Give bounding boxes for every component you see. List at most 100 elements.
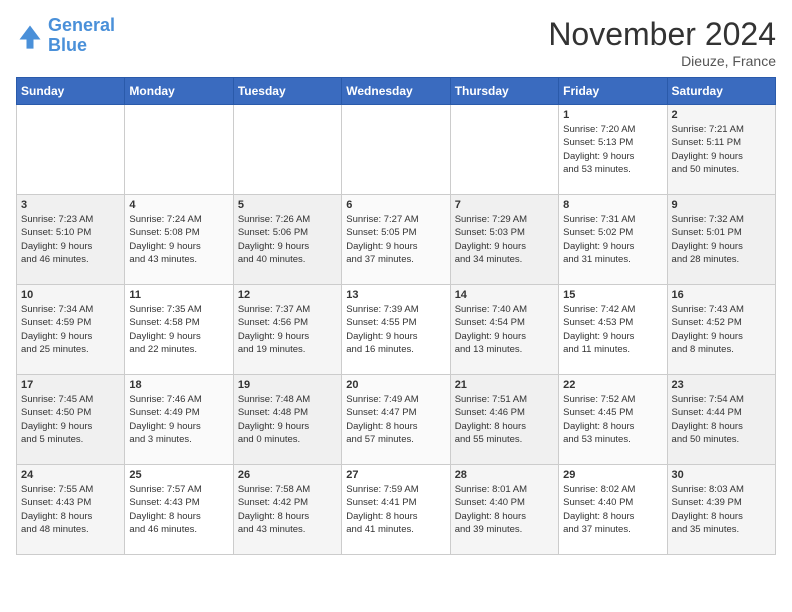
calendar-cell: 23 Sunrise: 7:54 AM Sunset: 4:44 PM Dayli… — [667, 375, 775, 465]
day-number: 20 — [346, 379, 445, 391]
day-number: 27 — [346, 469, 445, 481]
calendar-week-3: 10 Sunrise: 7:34 AM Sunset: 4:59 PM Dayli… — [17, 285, 776, 375]
day-number: 8 — [563, 199, 662, 211]
day-info: Sunrise: 7:58 AM Sunset: 4:42 PM Dayligh… — [238, 483, 337, 536]
day-number: 17 — [21, 379, 120, 391]
column-header-saturday: Saturday — [667, 78, 775, 105]
calendar-cell: 16 Sunrise: 7:43 AM Sunset: 4:52 PM Dayli… — [667, 285, 775, 375]
day-info: Sunrise: 7:59 AM Sunset: 4:41 PM Dayligh… — [346, 483, 445, 536]
day-info: Sunrise: 7:55 AM Sunset: 4:43 PM Dayligh… — [21, 483, 120, 536]
calendar-cell: 4 Sunrise: 7:24 AM Sunset: 5:08 PM Daylig… — [125, 195, 233, 285]
day-info: Sunrise: 7:26 AM Sunset: 5:06 PM Dayligh… — [238, 213, 337, 266]
location: Dieuze, France — [548, 53, 776, 69]
day-info: Sunrise: 7:34 AM Sunset: 4:59 PM Dayligh… — [21, 303, 120, 356]
calendar-cell: 20Sunrise: 7:49 AM Sunset: 4:47 PM Dayli… — [342, 375, 450, 465]
day-info: Sunrise: 7:37 AM Sunset: 4:56 PM Dayligh… — [238, 303, 337, 356]
calendar-cell: 26 Sunrise: 7:58 AM Sunset: 4:42 PM Dayli… — [233, 465, 341, 555]
calendar-cell: 10 Sunrise: 7:34 AM Sunset: 4:59 PM Dayli… — [17, 285, 125, 375]
day-info: Sunrise: 7:32 AM Sunset: 5:01 PM Dayligh… — [672, 213, 771, 266]
calendar-cell — [125, 105, 233, 195]
calendar-cell: 19Sunrise: 7:48 AM Sunset: 4:48 PM Dayli… — [233, 375, 341, 465]
day-number: 18 — [129, 379, 228, 391]
day-number: 25 — [129, 469, 228, 481]
calendar-cell: 6 Sunrise: 7:27 AM Sunset: 5:05 PM Daylig… — [342, 195, 450, 285]
column-header-wednesday: Wednesday — [342, 78, 450, 105]
day-number: 29 — [563, 469, 662, 481]
day-info: Sunrise: 7:39 AM Sunset: 4:55 PM Dayligh… — [346, 303, 445, 356]
day-info: Sunrise: 7:20 AM Sunset: 5:13 PM Dayligh… — [563, 123, 662, 176]
day-info: Sunrise: 8:03 AM Sunset: 4:39 PM Dayligh… — [672, 483, 771, 536]
day-info: Sunrise: 7:35 AM Sunset: 4:58 PM Dayligh… — [129, 303, 228, 356]
calendar-cell: 1 Sunrise: 7:20 AM Sunset: 5:13 PM Daylig… — [559, 105, 667, 195]
column-header-tuesday: Tuesday — [233, 78, 341, 105]
day-number: 3 — [21, 199, 120, 211]
calendar-cell — [450, 105, 558, 195]
calendar-cell: 17 Sunrise: 7:45 AM Sunset: 4:50 PM Dayli… — [17, 375, 125, 465]
day-number: 21 — [455, 379, 554, 391]
page-header: General Blue November 2024 Dieuze, Franc… — [16, 16, 776, 69]
calendar-cell: 15Sunrise: 7:42 AM Sunset: 4:53 PM Dayli… — [559, 285, 667, 375]
day-number: 16 — [672, 289, 771, 301]
calendar-cell: 22 Sunrise: 7:52 AM Sunset: 4:45 PM Dayli… — [559, 375, 667, 465]
day-info: Sunrise: 7:23 AM Sunset: 5:10 PM Dayligh… — [21, 213, 120, 266]
calendar-cell: 5 Sunrise: 7:26 AM Sunset: 5:06 PM Daylig… — [233, 195, 341, 285]
calendar-table: SundayMondayTuesdayWednesdayThursdayFrid… — [16, 77, 776, 555]
day-number: 4 — [129, 199, 228, 211]
calendar-cell: 8 Sunrise: 7:31 AM Sunset: 5:02 PM Daylig… — [559, 195, 667, 285]
column-header-sunday: Sunday — [17, 78, 125, 105]
day-number: 24 — [21, 469, 120, 481]
day-info: Sunrise: 7:48 AM Sunset: 4:48 PM Dayligh… — [238, 393, 337, 446]
day-info: Sunrise: 7:31 AM Sunset: 5:02 PM Dayligh… — [563, 213, 662, 266]
title-block: November 2024 Dieuze, France — [548, 16, 776, 69]
calendar-cell: 27 Sunrise: 7:59 AM Sunset: 4:41 PM Dayli… — [342, 465, 450, 555]
month-title: November 2024 — [548, 16, 776, 53]
day-number: 26 — [238, 469, 337, 481]
calendar-cell: 7 Sunrise: 7:29 AM Sunset: 5:03 PM Daylig… — [450, 195, 558, 285]
calendar-week-4: 17 Sunrise: 7:45 AM Sunset: 4:50 PM Dayli… — [17, 375, 776, 465]
logo-icon — [16, 22, 44, 50]
day-number: 30 — [672, 469, 771, 481]
calendar-cell: 3 Sunrise: 7:23 AM Sunset: 5:10 PM Daylig… — [17, 195, 125, 285]
day-number: 28 — [455, 469, 554, 481]
day-info: Sunrise: 7:42 AM Sunset: 4:53 PM Dayligh… — [563, 303, 662, 356]
day-number: 10 — [21, 289, 120, 301]
calendar-week-2: 3 Sunrise: 7:23 AM Sunset: 5:10 PM Daylig… — [17, 195, 776, 285]
calendar-cell: 28 Sunrise: 8:01 AM Sunset: 4:40 PM Dayli… — [450, 465, 558, 555]
calendar-cell: 13 Sunrise: 7:39 AM Sunset: 4:55 PM Dayli… — [342, 285, 450, 375]
calendar-cell: 21Sunrise: 7:51 AM Sunset: 4:46 PM Dayli… — [450, 375, 558, 465]
day-number: 7 — [455, 199, 554, 211]
calendar-cell: 9 Sunrise: 7:32 AM Sunset: 5:01 PM Daylig… — [667, 195, 775, 285]
day-info: Sunrise: 7:29 AM Sunset: 5:03 PM Dayligh… — [455, 213, 554, 266]
calendar-cell: 14 Sunrise: 7:40 AM Sunset: 4:54 PM Dayli… — [450, 285, 558, 375]
day-info: Sunrise: 7:54 AM Sunset: 4:44 PM Dayligh… — [672, 393, 771, 446]
day-number: 9 — [672, 199, 771, 211]
day-number: 23 — [672, 379, 771, 391]
day-number: 22 — [563, 379, 662, 391]
day-info: Sunrise: 8:01 AM Sunset: 4:40 PM Dayligh… — [455, 483, 554, 536]
calendar-cell: 30 Sunrise: 8:03 AM Sunset: 4:39 PM Dayli… — [667, 465, 775, 555]
day-number: 14 — [455, 289, 554, 301]
day-info: Sunrise: 7:27 AM Sunset: 5:05 PM Dayligh… — [346, 213, 445, 266]
header-row: SundayMondayTuesdayWednesdayThursdayFrid… — [17, 78, 776, 105]
logo-text: General Blue — [48, 16, 115, 56]
day-info: Sunrise: 7:24 AM Sunset: 5:08 PM Dayligh… — [129, 213, 228, 266]
day-number: 1 — [563, 109, 662, 121]
day-info: Sunrise: 7:43 AM Sunset: 4:52 PM Dayligh… — [672, 303, 771, 356]
day-info: Sunrise: 7:45 AM Sunset: 4:50 PM Dayligh… — [21, 393, 120, 446]
calendar-cell: 24 Sunrise: 7:55 AM Sunset: 4:43 PM Dayli… — [17, 465, 125, 555]
calendar-cell — [233, 105, 341, 195]
column-header-thursday: Thursday — [450, 78, 558, 105]
day-info: Sunrise: 7:40 AM Sunset: 4:54 PM Dayligh… — [455, 303, 554, 356]
day-info: Sunrise: 7:57 AM Sunset: 4:43 PM Dayligh… — [129, 483, 228, 536]
calendar-cell: 18 Sunrise: 7:46 AM Sunset: 4:49 PM Dayli… — [125, 375, 233, 465]
day-info: Sunrise: 7:52 AM Sunset: 4:45 PM Dayligh… — [563, 393, 662, 446]
day-number: 13 — [346, 289, 445, 301]
day-number: 2 — [672, 109, 771, 121]
column-header-monday: Monday — [125, 78, 233, 105]
day-number: 12 — [238, 289, 337, 301]
day-number: 5 — [238, 199, 337, 211]
day-number: 6 — [346, 199, 445, 211]
day-info: Sunrise: 7:46 AM Sunset: 4:49 PM Dayligh… — [129, 393, 228, 446]
calendar-cell — [342, 105, 450, 195]
column-header-friday: Friday — [559, 78, 667, 105]
